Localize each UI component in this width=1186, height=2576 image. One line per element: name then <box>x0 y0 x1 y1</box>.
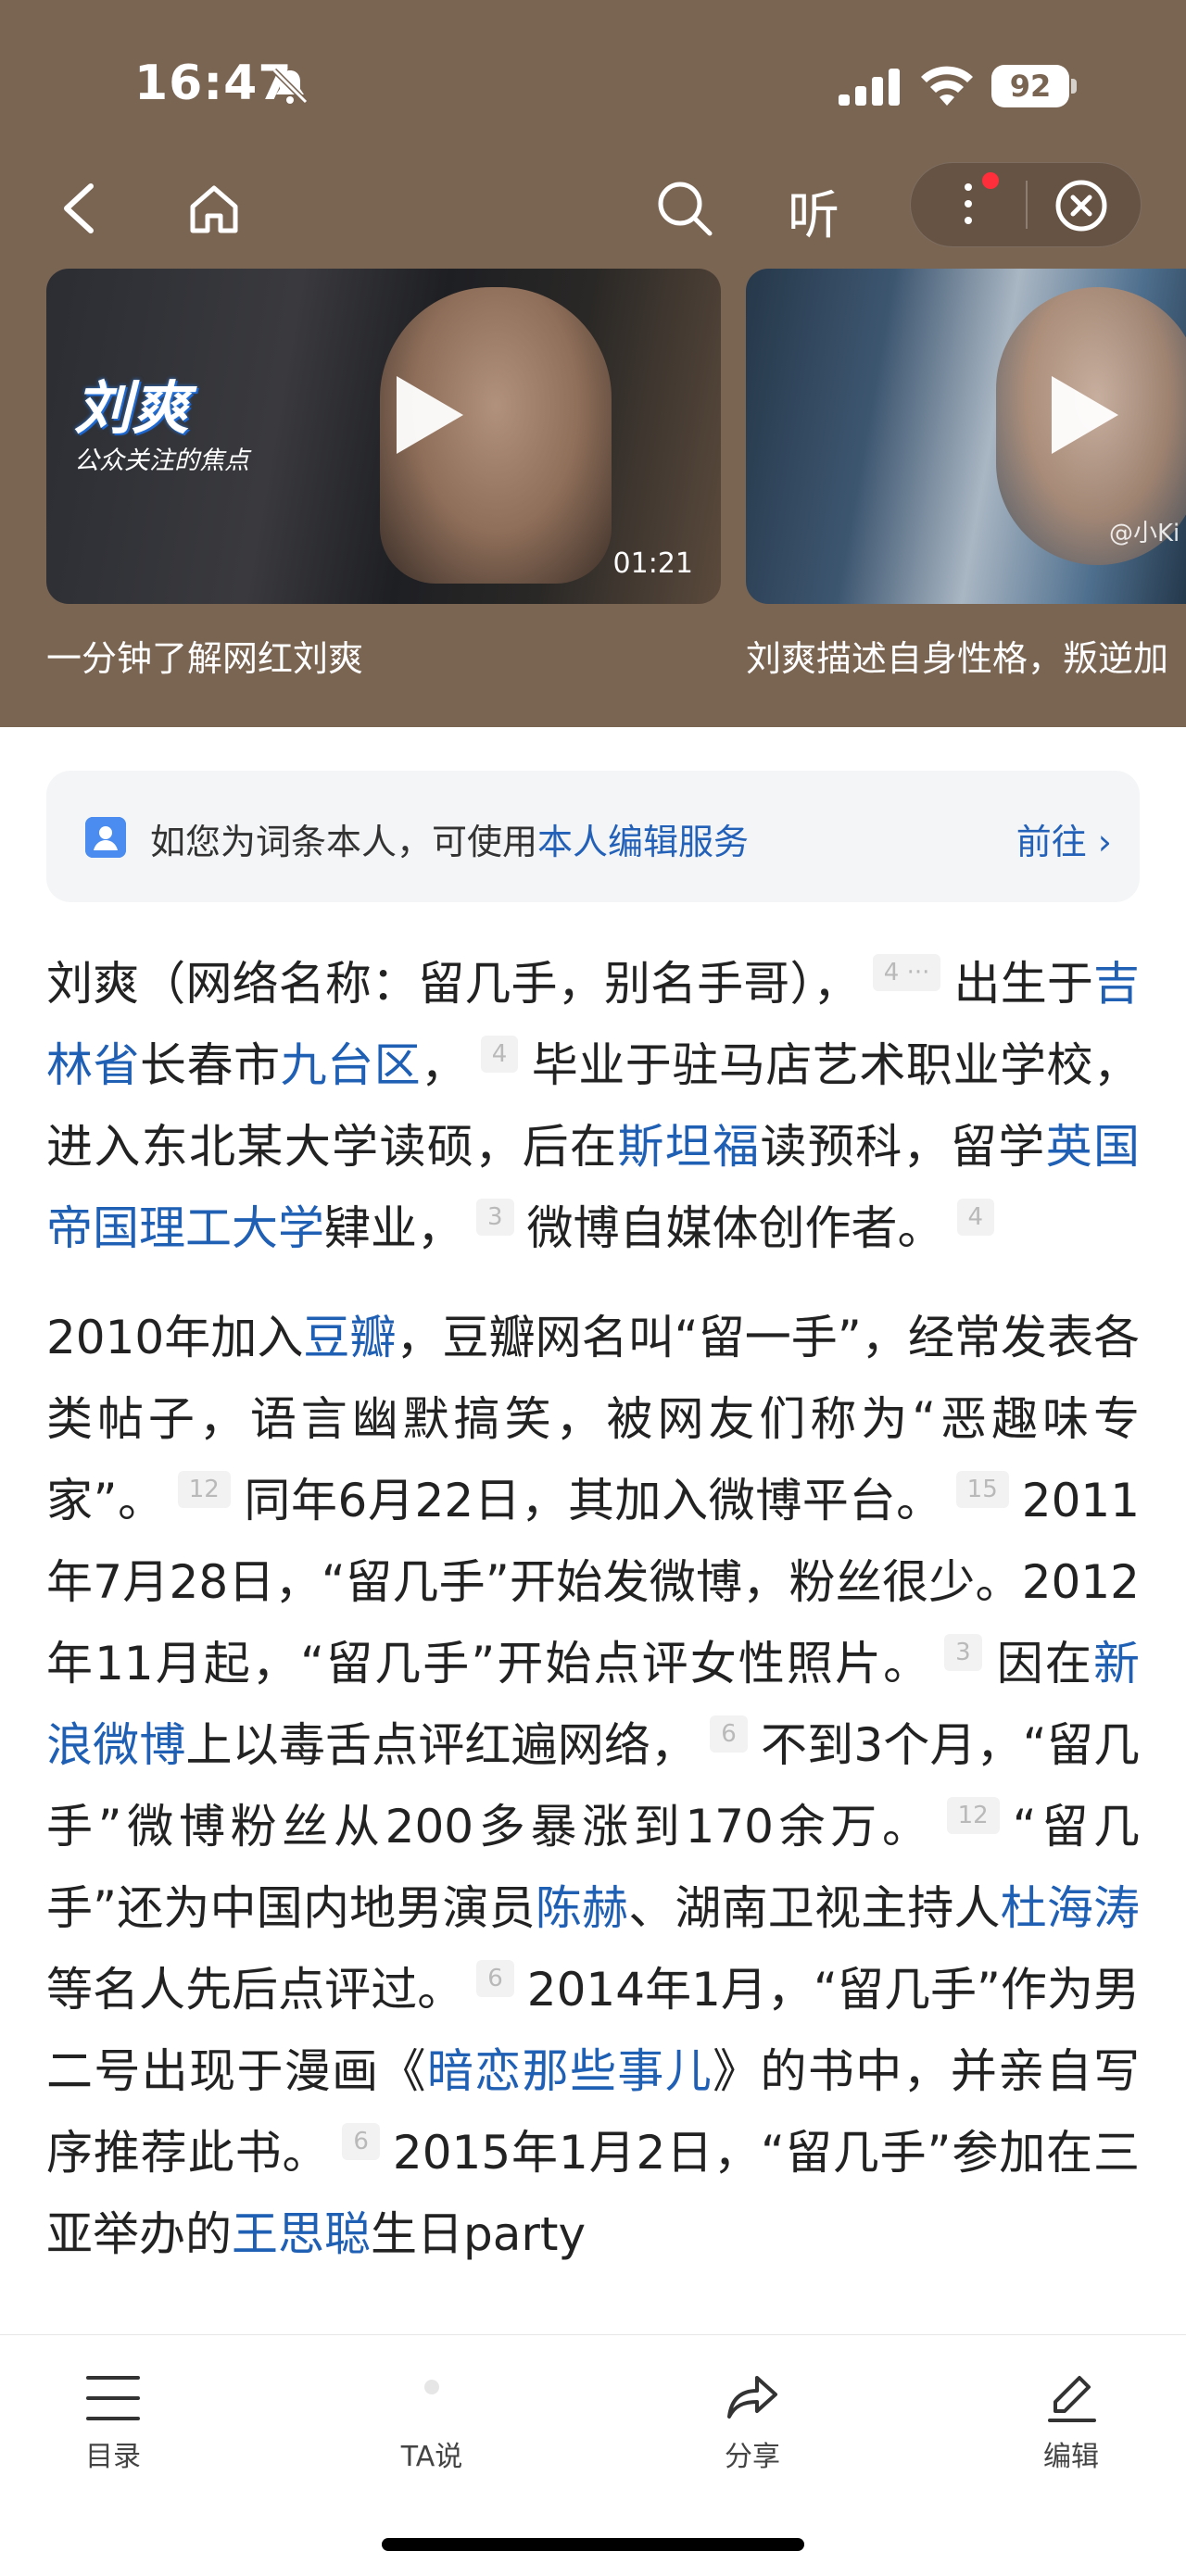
self-edit-notice: 如您为词条本人，可使用本人编辑服务 前往 › <box>46 771 1140 902</box>
text: 读预科，留学 <box>760 1120 1046 1174</box>
video-caption-2[interactable]: 刘爽描述自身性格，叛逆加 <box>746 630 1168 681</box>
citation-ref[interactable]: 6 <box>476 1960 514 1997</box>
citation-ref[interactable]: 6 <box>342 2123 380 2160</box>
link-du-haitao[interactable]: 杜海涛 <box>1001 1881 1140 1935</box>
video-card-1[interactable]: 刘爽 公众关注的焦点 01:21 <box>46 269 721 604</box>
capsule-divider <box>1026 181 1028 229</box>
tab-toc-label: 目录 <box>85 2441 141 2473</box>
video-watermark: @小Ki <box>1109 520 1180 547</box>
text: 长春市 <box>140 1038 281 1092</box>
ta-avatar-icon <box>424 2380 439 2394</box>
article-paragraph-1: 刘爽（网络名称：留几手，别名手哥）， 4 ··· 出生于吉林省长春市九台区， 4 毕业于… <box>46 943 1140 1269</box>
cellular-signal-icon <box>839 69 900 106</box>
tab-share-label: 分享 <box>725 2441 780 2473</box>
text: 2010年加入 <box>46 1311 304 1364</box>
citation-ref[interactable]: 3 <box>476 1199 514 1236</box>
close-circle-icon[interactable] <box>1054 178 1109 233</box>
video-card-2[interactable]: @小Ki <box>746 269 1186 604</box>
text: 、湖南卫视主持人 <box>628 1881 1001 1935</box>
status-bar: 16:47 92 <box>0 0 1186 139</box>
back-arrow-icon[interactable] <box>56 181 102 236</box>
notice-text: 如您为词条本人，可使用本人编辑服务 <box>150 813 749 864</box>
text: 同年6月22日，其加入微博平台。 <box>243 1474 943 1527</box>
video-caption-1[interactable]: 一分钟了解网红刘爽 <box>46 630 363 681</box>
citation-ref[interactable]: 4 ··· <box>872 954 941 991</box>
notice-go-link[interactable]: 前往 › <box>1016 813 1112 864</box>
article-paragraph-2: 2010年加入豆瓣，豆瓣网名叫“留一手”，经常发表各类帖子，语言幽默搞笑，被网友… <box>46 1297 1140 2275</box>
text: 刘爽（网络名称：留几手，别名手哥）， <box>46 957 860 1011</box>
link-wang-sicong[interactable]: 王思聪 <box>232 2207 371 2261</box>
share-arrow-icon <box>727 2376 777 2419</box>
self-edit-service-link[interactable]: 本人编辑服务 <box>537 822 749 862</box>
link-douban[interactable]: 豆瓣 <box>303 1311 396 1364</box>
bell-muted-icon <box>271 68 309 105</box>
tab-share[interactable]: 分享 <box>678 2372 826 2474</box>
link-stanford[interactable]: 斯坦福 <box>617 1120 760 1174</box>
video-overlay-subtitle: 公众关注的焦点 <box>74 446 249 475</box>
citation-ref[interactable]: 6 <box>710 1715 748 1753</box>
citation-ref[interactable]: 12 <box>177 1471 231 1508</box>
text: 因在 <box>994 1637 1093 1690</box>
text: 生日party <box>371 2207 587 2261</box>
text: 等名人先后点评过。 <box>46 1963 464 2017</box>
tab-edit[interactable]: 编辑 <box>997 2372 1145 2474</box>
home-indicator[interactable] <box>382 2538 804 2551</box>
article-body: 刘爽（网络名称：留几手，别名手哥）， 4 ··· 出生于吉林省长春市九台区， 4 毕业于… <box>46 943 1140 2303</box>
video-duration: 01:21 <box>612 547 693 580</box>
play-icon <box>1052 376 1118 454</box>
home-icon[interactable] <box>185 181 243 238</box>
citation-ref[interactable]: 15 <box>955 1471 1009 1508</box>
list-icon <box>86 2376 140 2420</box>
text: 肄业， <box>324 1201 463 1255</box>
pen-edit-icon <box>1048 2376 1096 2422</box>
link-chen-he[interactable]: 陈赫 <box>536 1881 628 1935</box>
more-options-icon[interactable] <box>954 176 982 232</box>
search-icon[interactable] <box>654 178 715 239</box>
citation-ref[interactable]: 3 <box>944 1634 982 1671</box>
tab-ta-says[interactable]: TA说 <box>358 2372 506 2474</box>
video-overlay-title: 刘爽 <box>74 374 190 442</box>
link-jiutai[interactable]: 九台区 <box>281 1038 422 1092</box>
notice-prefix: 如您为词条本人，可使用 <box>150 822 538 862</box>
person-card-icon <box>85 817 126 858</box>
battery-indicator: 92 <box>991 65 1077 107</box>
tab-ta-label: TA说 <box>400 2441 463 2473</box>
link-anlian-comic[interactable]: 暗恋那些事儿 <box>427 2044 713 2098</box>
text: 微博自媒体创作者。 <box>526 1201 944 1255</box>
battery-tip <box>1071 79 1077 94</box>
header-area: 16:47 92 听 刘爽 公众关注的焦点 01:21 @小Ki 一分钟了解网红… <box>0 0 1186 727</box>
text: ， <box>421 1038 468 1092</box>
wifi-icon <box>921 66 973 106</box>
text: 上以毒舌点评红遍网络， <box>185 1718 698 1772</box>
text: 出生于 <box>953 957 1094 1011</box>
citation-ref[interactable]: 4 <box>956 1199 995 1236</box>
citation-ref[interactable]: 12 <box>946 1797 1000 1834</box>
tab-edit-label: 编辑 <box>1043 2441 1099 2473</box>
citation-ref[interactable]: 4 <box>480 1036 519 1073</box>
battery-level: 92 <box>991 65 1069 107</box>
tab-toc[interactable]: 目录 <box>39 2372 187 2474</box>
listen-button[interactable]: 听 <box>788 174 839 249</box>
notification-dot <box>982 172 999 189</box>
play-icon <box>397 376 463 454</box>
